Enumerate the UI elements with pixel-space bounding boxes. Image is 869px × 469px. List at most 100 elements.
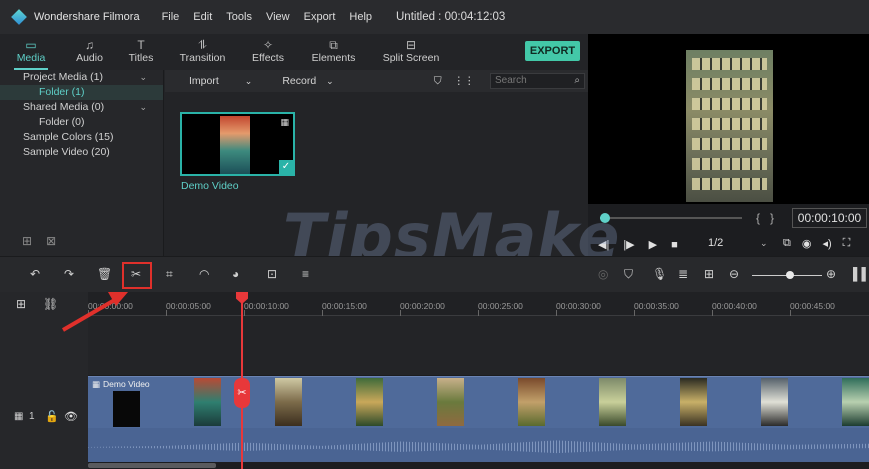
clip-title: ▦ Demo Video	[92, 379, 150, 390]
mark-in-out-icons[interactable]: {}	[756, 211, 784, 225]
clip-frame-black	[113, 391, 140, 427]
grid-view-icon[interactable]: ⋮⋮	[454, 75, 475, 87]
tree-footer: ⊞ ⊠	[22, 234, 56, 248]
clip-frame	[842, 378, 869, 426]
speed-icon[interactable]: ◠	[199, 267, 209, 281]
video-track-icon: ▦	[14, 411, 24, 422]
effects-icon: ✧	[262, 38, 274, 52]
audio-waveform-track[interactable]	[88, 428, 869, 462]
media-item-label: Demo Video	[181, 180, 239, 192]
tree-item-label: Folder (1)	[39, 86, 85, 98]
green-screen-icon[interactable]: ⊡	[267, 267, 277, 281]
preview-scrubber[interactable]	[600, 213, 742, 223]
tree-item-sample-colors[interactable]: Sample Colors (15)	[0, 130, 163, 145]
tab-elements[interactable]: ⧉ Elements	[296, 34, 371, 70]
play-icon[interactable]: ▶	[649, 238, 657, 251]
menu-file[interactable]: File	[162, 11, 180, 23]
menu-export[interactable]: Export	[304, 11, 336, 23]
tab-split-screen-label: Split Screen	[382, 52, 440, 64]
delete-folder-icon[interactable]: ⊠	[46, 234, 56, 248]
window-row	[692, 118, 767, 130]
clip-frame	[356, 378, 383, 426]
stop-icon[interactable]: ■	[671, 239, 678, 251]
check-icon: ✓	[279, 160, 293, 174]
tab-transition[interactable]: ⥮ Transition	[165, 34, 240, 70]
preview-panel: {} 00:00:10:00 ◀| |▶ ▶ ■ 1/2 ⌄ ⧉ ◉ ◂) ⛶	[588, 34, 869, 256]
audio-mixer-icon[interactable]: ≡	[302, 267, 309, 281]
window-row	[692, 78, 767, 90]
ruler-tick: 00:00:45:00	[790, 301, 835, 311]
new-folder-icon[interactable]: ⊞	[22, 234, 32, 248]
ruler-tick: 00:00:25:00	[478, 301, 523, 311]
link-icon[interactable]: ⛓	[43, 297, 58, 311]
zoom-in-icon[interactable]: ⊕	[826, 267, 836, 281]
timeline-ruler[interactable]: 00:00:00:00 00:00:05:00 00:00:10:00 00:0…	[88, 292, 869, 316]
tree-item-folder-0[interactable]: Folder (0)	[0, 115, 163, 130]
folder-icon: ▭	[25, 38, 37, 52]
import-button[interactable]: Import	[189, 75, 219, 87]
microphone-icon[interactable]: 🎙	[652, 267, 667, 281]
empty-track[interactable]	[88, 316, 869, 375]
undo-icon[interactable]: ↶	[30, 267, 40, 281]
document-title: Untitled : 00:04:12:03	[396, 11, 506, 23]
zoom-slider-knob[interactable]	[786, 271, 794, 279]
scrollbar-thumb[interactable]	[88, 463, 216, 468]
ruler-tick: 00:00:00:00	[88, 301, 133, 311]
tree-item-shared-media[interactable]: Shared Media (0) ⌄	[0, 100, 163, 115]
play-frame-icon[interactable]: |▶	[623, 238, 634, 251]
tab-split-screen[interactable]: ⊟ Split Screen	[371, 34, 451, 70]
search-icon[interactable]: ⌕	[574, 74, 580, 88]
tab-effects[interactable]: ✧ Effects	[240, 34, 296, 70]
lock-icon[interactable]: 🔓	[45, 410, 59, 423]
redo-icon[interactable]: ↷	[64, 267, 74, 281]
chevron-down-icon[interactable]: ⌄	[760, 238, 768, 249]
search-input[interactable]: Search ⌕	[490, 73, 585, 89]
chevron-down-icon[interactable]: ⌄	[139, 70, 147, 85]
menu-view[interactable]: View	[266, 11, 290, 23]
clip-frame	[761, 378, 788, 426]
crop-icon[interactable]: ⌗	[166, 267, 173, 282]
render-preview-icon[interactable]: ◎	[598, 267, 608, 281]
tree-item-folder-1[interactable]: Folder (1)	[0, 85, 163, 100]
volume-icon[interactable]: ◂)	[822, 237, 831, 250]
tab-audio[interactable]: ♫ Audio	[62, 34, 117, 70]
fullscreen-icon[interactable]: ⛶	[843, 237, 851, 250]
tree-item-sample-video[interactable]: Sample Video (20)	[0, 145, 163, 160]
window-row	[692, 58, 767, 70]
window-row	[692, 158, 767, 170]
filter-icon[interactable]: ⛉	[434, 75, 442, 88]
render-icon[interactable]: ⧉	[783, 237, 791, 250]
tab-elements-label: Elements	[311, 52, 356, 64]
preview-timecode[interactable]: 00:00:10:00	[792, 208, 867, 228]
panel-toggle-icon[interactable]: ▌▌	[853, 267, 869, 281]
chevron-down-icon[interactable]: ⌄	[245, 76, 253, 87]
menu-edit[interactable]: Edit	[193, 11, 212, 23]
timeline-scrollbar[interactable]	[88, 462, 869, 469]
add-track-icon[interactable]: ⊞	[16, 297, 26, 311]
voiceover-icon[interactable]: ≣	[678, 267, 688, 281]
tab-titles[interactable]: T Titles	[117, 34, 165, 70]
split-screen-icon: ⊟	[405, 38, 417, 52]
color-icon[interactable]: ◕	[232, 267, 239, 281]
library-tabs: ▭ Media ♫ Audio T Titles ⥮ Transition ✧ Effec…	[0, 34, 588, 70]
menu-help[interactable]: Help	[349, 11, 372, 23]
eye-icon[interactable]: 👁	[64, 410, 78, 423]
marker-icon[interactable]: ⛉	[624, 267, 633, 282]
ruler-tick: 00:00:30:00	[556, 301, 601, 311]
export-button[interactable]: EXPORT	[525, 41, 580, 61]
tab-media[interactable]: ▭ Media	[0, 34, 62, 70]
trash-icon[interactable]: 🗑	[97, 267, 112, 281]
media-thumbnail[interactable]: ▦ ✓	[180, 112, 295, 176]
record-button[interactable]: Record	[282, 75, 316, 87]
video-clip[interactable]: ▦ Demo Video	[88, 376, 869, 428]
snapshot-icon[interactable]: ◉	[802, 237, 812, 250]
menu-tools[interactable]: Tools	[226, 11, 252, 23]
chevron-down-icon[interactable]: ⌄	[326, 76, 334, 87]
clip-frame	[518, 378, 545, 426]
zoom-out-icon[interactable]: ⊖	[729, 267, 739, 281]
preview-quality[interactable]: 1/2	[708, 237, 723, 249]
chevron-down-icon[interactable]: ⌄	[139, 100, 147, 115]
split-scissors-icon[interactable]: ✂	[234, 378, 250, 408]
fit-timeline-icon[interactable]: ⊞	[704, 267, 714, 281]
tree-item-project-media[interactable]: Project Media (1) ⌄	[0, 70, 163, 85]
